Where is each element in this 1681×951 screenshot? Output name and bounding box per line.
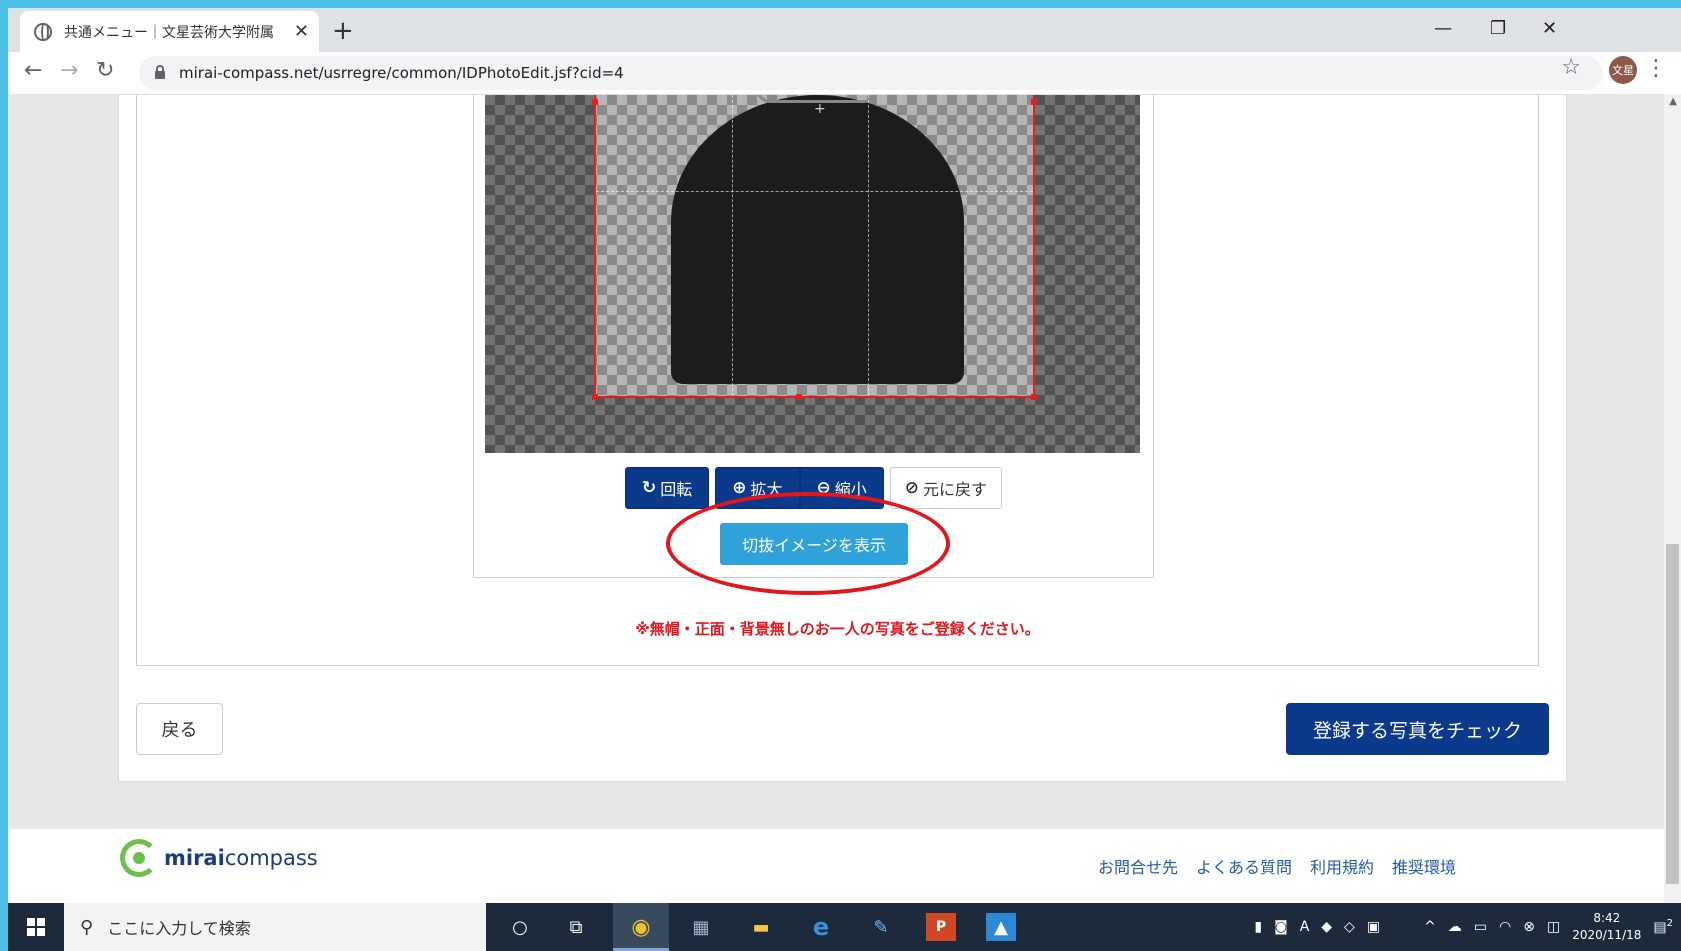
back-icon[interactable]: ←: [24, 58, 42, 83]
browser-menu-icon[interactable]: ⋮: [1645, 56, 1667, 81]
globe-icon: [34, 22, 52, 41]
new-tab-button[interactable]: +: [332, 18, 354, 44]
photo-canvas[interactable]: +: [485, 95, 1140, 453]
search-icon: ⚲: [80, 916, 94, 938]
page-scrollbar[interactable]: ▲ ▼: [1664, 94, 1681, 919]
footer-links: お問合せ先 よくある質問 利用規約 推奨環境: [1098, 854, 1456, 878]
notification-icon[interactable]: ▤2: [1653, 918, 1673, 936]
zoom-in-icon: ⊕: [732, 478, 747, 498]
browser-chrome: 共通メニュー｜文星芸術大学附属 ✕ + — ❐ ✕ ← → ↻ mirai-co…: [8, 8, 1681, 94]
reset-button[interactable]: ⊘ 元に戻す: [889, 467, 1003, 509]
taskbar-search-placeholder: ここに入力して検索: [107, 919, 251, 938]
photo-notice: ※無帽・正面・背景無しのお一人の写真をご登録ください。: [635, 620, 1040, 638]
rotate-button[interactable]: ↻ 回転: [624, 467, 710, 509]
footer-link-contact[interactable]: お問合せ先: [1098, 854, 1178, 878]
browser-tab[interactable]: 共通メニュー｜文星芸術大学附属 ✕: [20, 11, 319, 52]
page-content: + ↻ 回転 ⊕ 拡大 ⊖ 縮小 ⊘ 元に戻す 切抜イメージを表示 ※無帽・正面…: [8, 94, 1681, 919]
footer-link-environment[interactable]: 推奨環境: [1392, 854, 1456, 878]
zoom-out-icon: ⊖: [816, 478, 831, 498]
crop-handle[interactable]: [1031, 99, 1037, 105]
show-crop-preview-button[interactable]: 切抜イメージを表示: [720, 523, 908, 565]
windows-taskbar: ⚲ ここに入力して検索 ○ ⧉ ◉ ▦ ▬ e ✎ P ▲ ▮ ◙ A ◆ ◇ …: [8, 903, 1681, 951]
ime-mode-icon[interactable]: ◫: [1547, 919, 1560, 935]
zoom-in-button[interactable]: ⊕ 拡大: [715, 467, 800, 509]
check-photo-button[interactable]: 登録する写真をチェック: [1286, 703, 1549, 755]
crop-handle[interactable]: [796, 394, 802, 400]
crop-center-icon: +: [814, 101, 826, 117]
cortana-icon[interactable]: ○: [505, 913, 535, 941]
start-button[interactable]: [8, 903, 64, 951]
file-explorer-icon[interactable]: ▬: [746, 913, 776, 941]
profile-avatar[interactable]: 文星: [1609, 56, 1637, 84]
restore-icon[interactable]: ❐: [1490, 18, 1506, 39]
miraicompass-logo-icon: [120, 839, 158, 877]
forward-icon[interactable]: →: [60, 58, 78, 83]
photo-editor: + ↻ 回転 ⊕ 拡大 ⊖ 縮小 ⊘ 元に戻す 切抜イメージを表示: [473, 95, 1154, 595]
taskbar-search[interactable]: ⚲ ここに入力して検索: [64, 903, 486, 951]
scroll-thumb[interactable]: [1666, 544, 1679, 884]
paint-icon[interactable]: ✎: [866, 913, 896, 941]
crop-handle[interactable]: [592, 99, 598, 105]
miraicompass-logo[interactable]: miraicompass: [120, 839, 318, 877]
crop-box[interactable]: +: [592, 95, 1037, 400]
app-tray-icon[interactable]: ◆: [1321, 919, 1332, 935]
chrome-icon[interactable]: ◉: [626, 913, 656, 941]
footer-link-terms[interactable]: 利用規約: [1310, 854, 1374, 878]
url-text: mirai-compass.net/usrregre/common/IDPhot…: [179, 64, 624, 82]
powerpoint-icon[interactable]: P: [926, 913, 956, 941]
editor-toolbar: ↻ 回転 ⊕ 拡大 ⊖ 縮小 ⊘ 元に戻す: [474, 467, 1153, 509]
scroll-up-icon[interactable]: ▲: [1669, 96, 1677, 107]
zoom-out-button[interactable]: ⊖ 縮小: [799, 467, 884, 509]
photo-edit-panel: + ↻ 回転 ⊕ 拡大 ⊖ 縮小 ⊘ 元に戻す 切抜イメージを表示 ※無帽・正面…: [136, 95, 1539, 666]
photo-silhouette: [671, 95, 964, 384]
back-button[interactable]: 戻る: [136, 703, 223, 755]
edge-icon[interactable]: e: [806, 913, 836, 941]
address-bar[interactable]: mirai-compass.net/usrregre/common/IDPhot…: [139, 56, 1603, 90]
wifi-icon[interactable]: ◠: [1499, 919, 1511, 935]
window-close-icon[interactable]: ✕: [1542, 18, 1557, 39]
minimize-icon[interactable]: —: [1434, 18, 1452, 39]
onedrive-icon[interactable]: ☁: [1448, 919, 1462, 935]
app-icon[interactable]: ◙: [1274, 919, 1288, 935]
photo-edit-card: + ↻ 回転 ⊕ 拡大 ⊖ 縮小 ⊘ 元に戻す 切抜イメージを表示 ※無帽・正面…: [118, 94, 1567, 782]
tab-title: 共通メニュー｜文星芸術大学附属: [64, 24, 274, 41]
crop-handle[interactable]: [592, 394, 598, 400]
ime-icon[interactable]: ◇: [1344, 919, 1355, 935]
browser-toolbar: ← → ↻ mirai-compass.net/usrregre/common/…: [8, 52, 1681, 94]
volume-muted-icon[interactable]: ⊗: [1523, 919, 1535, 935]
package-icon[interactable]: ▣: [1367, 919, 1380, 935]
pdf-icon[interactable]: ▮: [1254, 919, 1262, 935]
task-view-icon[interactable]: ⧉: [561, 913, 591, 941]
taskbar-clock[interactable]: 8:42 2020/11/18: [1572, 910, 1641, 944]
calculator-icon[interactable]: ▦: [686, 913, 716, 941]
zoom-button-group: ⊕ 拡大 ⊖ 縮小: [715, 467, 884, 509]
battery-icon[interactable]: ▭: [1474, 919, 1487, 935]
windows-logo-icon: [27, 918, 45, 936]
chevron-up-icon[interactable]: ^: [1424, 919, 1436, 935]
photos-icon[interactable]: ▲: [986, 913, 1016, 941]
crop-handle[interactable]: [1031, 394, 1037, 400]
ban-icon: ⊘: [904, 478, 920, 498]
lock-icon: [155, 65, 165, 79]
font-icon[interactable]: A: [1300, 919, 1310, 935]
bookmark-star-icon[interactable]: ☆: [1561, 55, 1581, 80]
footer-link-faq[interactable]: よくある質問: [1196, 854, 1292, 878]
rotate-icon: ↻: [641, 478, 657, 498]
system-tray: ▮ ◙ A ◆ ◇ ▣ ^ ☁ ▭ ◠ ⊗ ◫ 8:42 2020/11/18 …: [1254, 903, 1673, 951]
reload-icon[interactable]: ↻: [96, 58, 114, 83]
close-tab-icon[interactable]: ✕: [294, 21, 309, 42]
